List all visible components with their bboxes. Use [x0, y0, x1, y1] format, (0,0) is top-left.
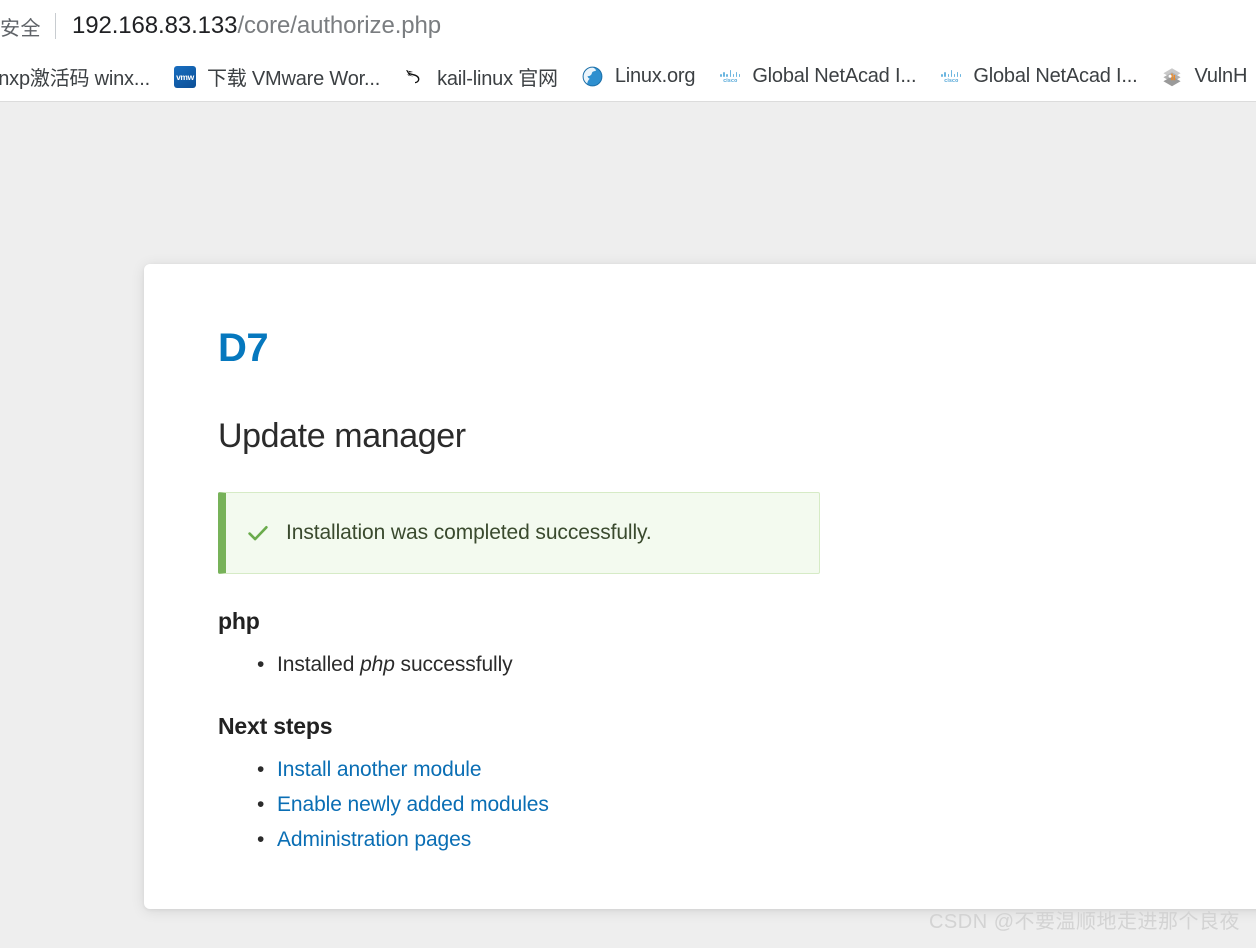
- bookmark-label: inxp激活码 winx...: [0, 68, 150, 90]
- kali-dragon-icon: [404, 66, 426, 88]
- check-icon: [248, 526, 268, 541]
- bookmark-item-linuxorg[interactable]: Linux.org: [576, 61, 701, 92]
- bookmark-item-netacad-1[interactable]: cisco Global NetAcad I...: [713, 61, 922, 92]
- link-install-another-module[interactable]: Install another module: [277, 758, 482, 781]
- cisco-icon: cisco: [719, 66, 741, 88]
- bookmark-item-winxp[interactable]: inxp激活码 winx...: [0, 58, 156, 95]
- url-host: 192.168.83.133: [72, 12, 238, 39]
- list-item: Installed php successfully: [257, 647, 1256, 683]
- list-item: Install another module: [257, 752, 1256, 788]
- bookmark-label: Global NetAcad I...: [752, 65, 917, 87]
- status-message-text: Installation was completed successfully.: [286, 521, 652, 545]
- omnibox[interactable]: 安全 192.168.83.133/core/authorize.php: [0, 0, 1256, 52]
- bookmark-label: Global NetAcad I...: [973, 65, 1138, 87]
- site-logo[interactable]: D7: [218, 328, 1256, 368]
- php-result-list: Installed php successfully: [218, 647, 1256, 683]
- bookmark-label: 下载 VMware Wor...: [206, 68, 381, 90]
- status-message-success: Installation was completed successfully.: [218, 492, 820, 575]
- cisco-icon: cisco: [940, 66, 962, 88]
- list-item-suffix: successfully: [394, 653, 513, 677]
- bookmark-item-netacad-2[interactable]: cisco Global NetAcad I...: [934, 61, 1143, 92]
- list-item-prefix: Installed: [277, 653, 361, 677]
- watermark: CSDN @不要温顺地走进那个良夜: [928, 911, 1240, 933]
- list-item-emphasis: php: [360, 653, 395, 677]
- url-path: /core/authorize.php: [237, 12, 442, 39]
- omnibox-divider: [55, 13, 56, 39]
- security-status-label[interactable]: 安全: [0, 12, 41, 41]
- vmware-icon: vmw: [173, 65, 196, 88]
- page-title: Update manager: [218, 417, 466, 455]
- url-text[interactable]: 192.168.83.133/core/authorize.php: [72, 12, 441, 40]
- bookmark-label: VulnH: [1194, 65, 1248, 87]
- bookmark-label: kail-linux 官网: [437, 68, 558, 90]
- bookmarks-bar[interactable]: inxp激活码 winx... vmw 下载 VMware Wor... kai…: [0, 52, 1256, 102]
- link-enable-newly-added-modules[interactable]: Enable newly added modules: [277, 793, 549, 816]
- globe-icon: [582, 66, 604, 88]
- bookmark-item-kali[interactable]: kail-linux 官网: [398, 58, 564, 95]
- section-heading-php: php: [218, 608, 260, 635]
- browser-chrome: 安全 192.168.83.133/core/authorize.php inx…: [0, 0, 1256, 102]
- next-steps-list: Install another module Enable newly adde…: [218, 752, 1256, 858]
- section-heading-next-steps: Next steps: [218, 712, 333, 739]
- link-administration-pages[interactable]: Administration pages: [277, 828, 471, 851]
- bookmark-item-vmware[interactable]: vmw 下载 VMware Wor...: [168, 58, 386, 95]
- bookmark-label: Linux.org: [614, 65, 696, 87]
- vulnhub-icon: [1161, 66, 1183, 88]
- list-item: Administration pages: [257, 822, 1256, 858]
- page-viewport: D7 Update manager Installation was compl…: [0, 102, 1256, 948]
- bookmark-item-vulnhub[interactable]: VulnH: [1155, 61, 1253, 92]
- list-item: Enable newly added modules: [257, 787, 1256, 823]
- update-manager-card: D7 Update manager Installation was compl…: [144, 264, 1256, 910]
